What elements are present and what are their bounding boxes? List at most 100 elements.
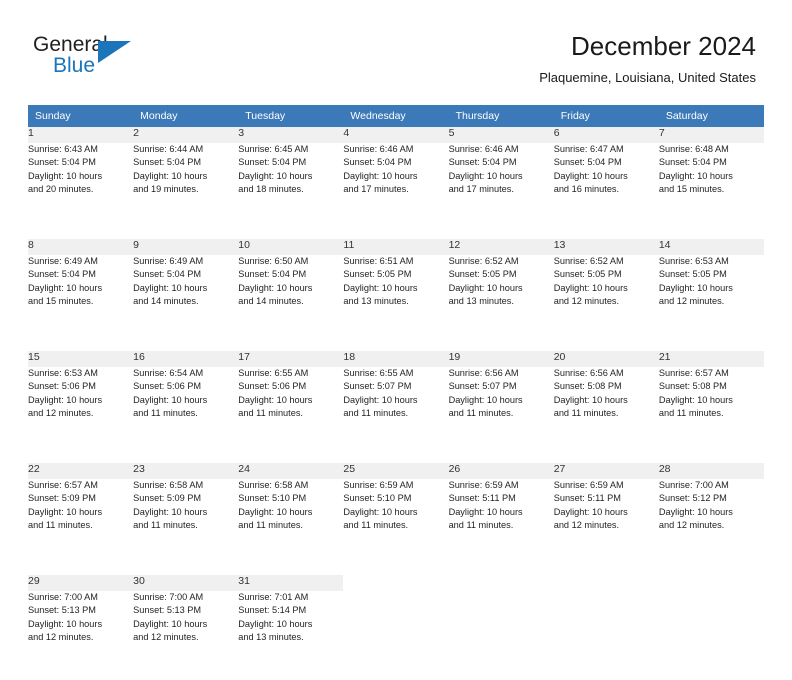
sunrise-text: Sunrise: 6:47 AM bbox=[553, 144, 624, 154]
day-info-cell: Sunrise: 6:43 AM Sunset: 5:04 PM Daylight:… bbox=[28, 143, 134, 232]
logo-triangle-icon bbox=[98, 41, 131, 63]
day-number-cell[interactable]: 29 bbox=[28, 575, 134, 591]
week-spacer-row bbox=[28, 232, 764, 239]
day-info-cell: Sunrise: 7:00 AM Sunset: 5:13 PM Daylight:… bbox=[133, 591, 239, 680]
sunrise-text: Sunrise: 6:52 AM bbox=[448, 256, 519, 266]
day-number-cell[interactable]: 23 bbox=[133, 463, 239, 479]
daylight-text-line1: Daylight: 10 hours bbox=[553, 170, 628, 181]
logo-text-blue: Blue bbox=[53, 54, 96, 77]
day-number-cell[interactable]: 3 bbox=[238, 127, 344, 143]
week-daynumber-row: 15 16 17 18 19 20 21 bbox=[28, 351, 764, 367]
day-number-cell[interactable]: 28 bbox=[658, 463, 764, 479]
day-info-cell: Sunrise: 6:52 AM Sunset: 5:05 PM Daylight:… bbox=[553, 255, 659, 344]
day-info-cell: Sunrise: 6:59 AM Sunset: 5:11 PM Daylight:… bbox=[448, 479, 554, 568]
sunrise-text: Sunrise: 6:43 AM bbox=[28, 144, 98, 154]
daylight-text-line2: and 11 minutes. bbox=[28, 519, 93, 530]
day-number-cell[interactable]: 8 bbox=[28, 239, 134, 255]
day-number-cell[interactable]: 18 bbox=[343, 351, 449, 367]
day-number-cell[interactable]: 12 bbox=[448, 239, 554, 255]
sunrise-text: Sunrise: 6:57 AM bbox=[28, 480, 98, 490]
week-info-row: Sunrise: 6:49 AM Sunset: 5:04 PM Daylight:… bbox=[28, 255, 764, 344]
day-number-cell[interactable]: 20 bbox=[553, 351, 659, 367]
day-number-cell[interactable]: 2 bbox=[133, 127, 239, 143]
daylight-text-line1: Daylight: 10 hours bbox=[658, 394, 733, 405]
day-number-cell[interactable]: 7 bbox=[658, 127, 764, 143]
day-info-cell: Sunrise: 6:59 AM Sunset: 5:10 PM Daylight:… bbox=[343, 479, 449, 568]
day-info-cell: Sunrise: 6:59 AM Sunset: 5:11 PM Daylight:… bbox=[553, 479, 659, 568]
calendar-body: 1 2 3 4 5 6 7 Sunrise: 6:43 AM Sunset: 5:04 PM Da… bbox=[28, 127, 764, 680]
sunrise-text: Sunrise: 6:46 AM bbox=[343, 144, 414, 154]
sunrise-text: Sunrise: 7:00 AM bbox=[133, 592, 204, 602]
week-info-row: Sunrise: 6:57 AM Sunset: 5:09 PM Daylight:… bbox=[28, 479, 764, 568]
daylight-text-line1: Daylight: 10 hours bbox=[133, 394, 208, 405]
day-number-cell[interactable]: 30 bbox=[133, 575, 239, 591]
daylight-text-line2: and 13 minutes. bbox=[238, 631, 304, 642]
day-number-cell[interactable]: 4 bbox=[343, 127, 449, 143]
empty-info-cell bbox=[448, 591, 554, 680]
day-number-cell[interactable]: 22 bbox=[28, 463, 134, 479]
general-blue-logo[interactable]: General Blue bbox=[33, 33, 163, 83]
sunset-text: Sunset: 5:04 PM bbox=[238, 269, 307, 280]
day-number-cell[interactable]: 1 bbox=[28, 127, 134, 143]
title-block: December 2024 Plaquemine, Louisiana, Uni… bbox=[539, 30, 756, 88]
sunset-text: Sunset: 5:12 PM bbox=[658, 493, 727, 504]
daylight-text-line1: Daylight: 10 hours bbox=[343, 394, 418, 405]
day-number-cell[interactable]: 26 bbox=[448, 463, 554, 479]
sunset-text: Sunset: 5:04 PM bbox=[448, 157, 517, 168]
weekday-header-row: Sunday Monday Tuesday Wednesday Thursday… bbox=[28, 105, 764, 127]
sunrise-text: Sunrise: 6:59 AM bbox=[553, 480, 624, 490]
day-number-cell[interactable]: 10 bbox=[238, 239, 344, 255]
day-number-cell[interactable]: 15 bbox=[28, 351, 134, 367]
day-number-cell[interactable]: 21 bbox=[658, 351, 764, 367]
day-number-cell[interactable]: 14 bbox=[658, 239, 764, 255]
day-number-cell[interactable]: 27 bbox=[553, 463, 659, 479]
day-info-cell: Sunrise: 6:57 AM Sunset: 5:08 PM Daylight:… bbox=[658, 367, 764, 456]
daylight-text-line1: Daylight: 10 hours bbox=[448, 282, 523, 293]
daylight-text-line2: and 12 minutes. bbox=[658, 519, 725, 530]
day-number-cell[interactable]: 6 bbox=[553, 127, 659, 143]
sunset-text: Sunset: 5:06 PM bbox=[238, 381, 307, 392]
daylight-text-line2: and 12 minutes. bbox=[553, 519, 620, 530]
daylight-text-line1: Daylight: 10 hours bbox=[238, 282, 313, 293]
daylight-text-line1: Daylight: 10 hours bbox=[343, 282, 418, 293]
week-info-row: Sunrise: 6:43 AM Sunset: 5:04 PM Daylight:… bbox=[28, 143, 764, 232]
day-number-cell[interactable]: 17 bbox=[238, 351, 344, 367]
day-info-cell: Sunrise: 6:56 AM Sunset: 5:08 PM Daylight:… bbox=[553, 367, 659, 456]
sunset-text: Sunset: 5:04 PM bbox=[553, 157, 622, 168]
sunrise-text: Sunrise: 6:52 AM bbox=[553, 256, 624, 266]
sunrise-text: Sunrise: 6:56 AM bbox=[553, 368, 624, 378]
daylight-text-line1: Daylight: 10 hours bbox=[658, 506, 733, 517]
day-number-cell[interactable]: 5 bbox=[448, 127, 554, 143]
daylight-text-line1: Daylight: 10 hours bbox=[28, 282, 103, 293]
day-number-cell[interactable]: 9 bbox=[133, 239, 239, 255]
week-spacer bbox=[28, 232, 764, 239]
sunset-text: Sunset: 5:06 PM bbox=[133, 381, 202, 392]
daylight-text-line1: Daylight: 10 hours bbox=[343, 170, 418, 181]
weekday-header-wednesday: Wednesday bbox=[343, 105, 449, 127]
sunset-text: Sunset: 5:06 PM bbox=[28, 381, 96, 392]
week-daynumber-row: 1234567 bbox=[28, 127, 764, 143]
calendar-header-row-group: Sunday Monday Tuesday Wednesday Thursday… bbox=[28, 105, 764, 127]
sunrise-text: Sunrise: 6:46 AM bbox=[448, 144, 519, 154]
sunrise-text: Sunrise: 6:48 AM bbox=[658, 144, 729, 154]
day-number-cell[interactable]: 16 bbox=[133, 351, 239, 367]
day-number-cell[interactable]: 25 bbox=[343, 463, 449, 479]
day-number-cell[interactable]: 19 bbox=[448, 351, 554, 367]
day-info-cell: Sunrise: 6:47 AM Sunset: 5:04 PM Daylight:… bbox=[553, 143, 659, 232]
day-info-cell: Sunrise: 6:49 AM Sunset: 5:04 PM Daylight:… bbox=[133, 255, 239, 344]
empty-day-cell bbox=[659, 575, 764, 591]
sunrise-text: Sunrise: 6:58 AM bbox=[238, 480, 309, 490]
sunset-text: Sunset: 5:09 PM bbox=[133, 493, 202, 504]
day-number-cell[interactable]: 24 bbox=[238, 463, 344, 479]
day-number-cell[interactable]: 13 bbox=[553, 239, 659, 255]
weekday-header-monday: Monday bbox=[133, 105, 239, 127]
day-info-cell: Sunrise: 6:52 AM Sunset: 5:05 PM Daylight:… bbox=[448, 255, 554, 344]
daylight-text-line2: and 20 minutes. bbox=[28, 183, 94, 194]
daylight-text-line2: and 11 minutes. bbox=[238, 407, 303, 418]
daylight-text-line1: Daylight: 10 hours bbox=[553, 506, 628, 517]
day-info-cell: Sunrise: 6:57 AM Sunset: 5:09 PM Daylight:… bbox=[28, 479, 134, 568]
day-number-cell[interactable]: 11 bbox=[343, 239, 449, 255]
daylight-text-line2: and 11 minutes. bbox=[343, 407, 409, 418]
day-number-cell[interactable]: 31 bbox=[238, 575, 344, 591]
sunrise-text: Sunrise: 7:01 AM bbox=[238, 592, 309, 602]
